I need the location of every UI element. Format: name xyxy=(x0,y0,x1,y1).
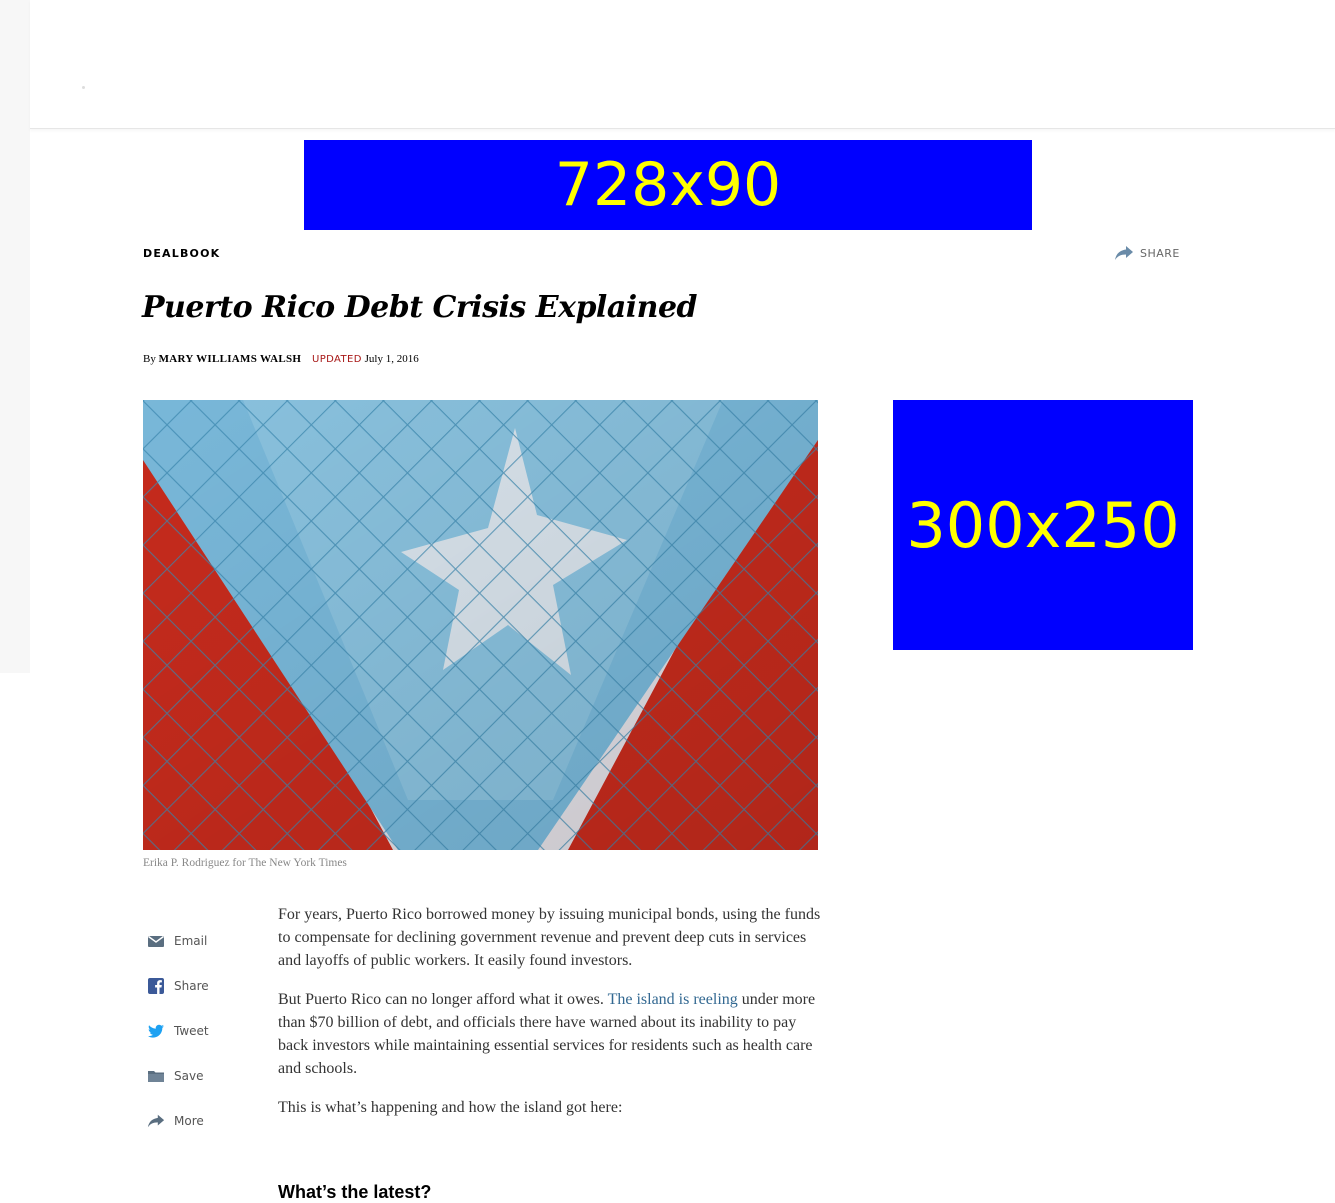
paragraph: But Puerto Rico can no longer afford wha… xyxy=(278,988,823,1080)
share-arrow-icon xyxy=(147,1112,165,1130)
email-tool[interactable]: Email xyxy=(147,918,257,963)
photo-credit: Erika P. Rodriguez for The New York Time… xyxy=(143,857,347,869)
leaderboard-ad[interactable]: 728x90 xyxy=(304,140,1032,230)
paragraph: For years, Puerto Rico borrowed money by… xyxy=(278,906,821,969)
share-button[interactable]: SHARE xyxy=(1114,245,1180,261)
twitter-bird-icon xyxy=(147,1022,165,1040)
paragraph: This is what’s happening and how the isl… xyxy=(278,1099,623,1116)
facebook-share-tool[interactable]: Share xyxy=(147,963,257,1008)
share-tools: Email Share Tweet Save More xyxy=(147,918,257,1143)
facebook-icon xyxy=(147,977,165,995)
lead-photo xyxy=(143,400,818,850)
email-label: Email xyxy=(174,933,208,948)
masthead xyxy=(30,0,1335,129)
byline-prefix: By xyxy=(143,353,156,365)
headline: Puerto Rico Debt Crisis Explained xyxy=(142,290,698,325)
share-arrow-icon xyxy=(1115,246,1133,260)
left-gutter xyxy=(0,0,30,673)
paragraph-text: But Puerto Rico can no longer afford wha… xyxy=(278,991,608,1008)
tweet-tool[interactable]: Tweet xyxy=(147,1008,257,1053)
save-tool[interactable]: Save xyxy=(147,1053,257,1098)
save-label: Save xyxy=(174,1068,204,1083)
more-tool[interactable]: More xyxy=(147,1098,257,1143)
facebook-share-label: Share xyxy=(174,978,209,993)
share-label: SHARE xyxy=(1140,246,1180,260)
sidebar-ad[interactable]: 300x250 xyxy=(893,400,1193,650)
folder-icon xyxy=(147,1067,165,1085)
island-reeling-link[interactable]: The island is reeling xyxy=(608,991,738,1008)
byline: By MARY WILLIAMS WALSH UPDATED July 1, 2… xyxy=(143,353,419,365)
email-icon xyxy=(147,932,165,950)
author-name[interactable]: MARY WILLIAMS WALSH xyxy=(159,353,302,365)
masthead-dot xyxy=(82,86,85,89)
puerto-rico-flag-image xyxy=(143,400,818,850)
article-body: For years, Puerto Rico borrowed money by… xyxy=(278,903,823,1135)
tweet-label: Tweet xyxy=(174,1023,209,1038)
more-label: More xyxy=(174,1113,204,1128)
updated-label: UPDATED xyxy=(311,354,362,365)
publish-date: July 1, 2016 xyxy=(364,353,419,365)
section-kicker[interactable]: DEALBOOK xyxy=(143,247,220,260)
